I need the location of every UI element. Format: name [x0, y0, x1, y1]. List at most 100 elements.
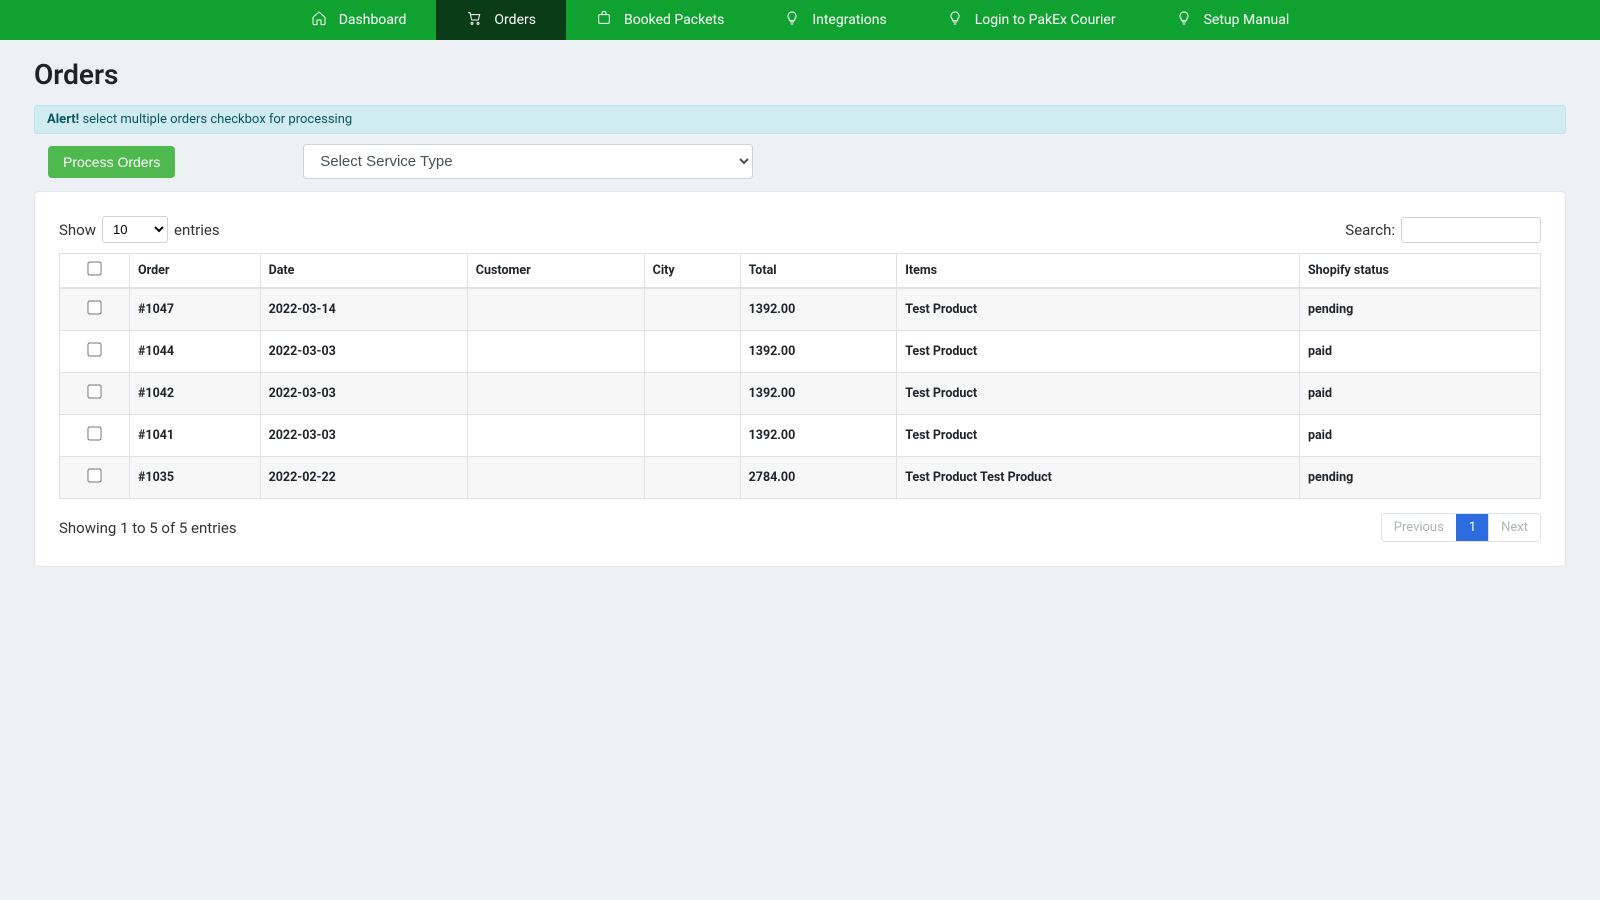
cell-items: Test Product [897, 373, 1300, 415]
action-row: Process Orders Select Service Type [34, 144, 1566, 179]
bulb-icon [1176, 10, 1192, 30]
cell-total: 1392.00 [740, 331, 897, 373]
page-title: Orders [34, 58, 1566, 91]
cell-total: 1392.00 [740, 415, 897, 457]
row-checkbox-cell [60, 457, 130, 499]
row-checkbox-cell [60, 415, 130, 457]
length-control: Show 102550100 entries [59, 216, 220, 243]
nav-item-orders[interactable]: Orders [436, 0, 566, 40]
cell-city [644, 457, 740, 499]
cell-date: 2022-03-03 [260, 373, 467, 415]
cell-status: pending [1299, 457, 1540, 499]
alert-text: select multiple orders checkbox for proc… [82, 112, 352, 127]
top-nav: Dashboard Orders Booked Packets Integration… [0, 0, 1600, 40]
cell-order: #1044 [130, 331, 261, 373]
length-select[interactable]: 102550100 [102, 216, 168, 243]
row-checkbox-cell [60, 288, 130, 331]
row-checkbox-cell [60, 373, 130, 415]
cell-status: paid [1299, 373, 1540, 415]
table-row: #10442022-03-03 1392.00Test Productpaid [60, 331, 1541, 373]
row-checkbox[interactable] [87, 468, 101, 482]
alert-strong: Alert! [47, 112, 79, 127]
nav-item-dashboard[interactable]: Dashboard [281, 0, 437, 40]
table-controls: Show 102550100 entries Search: [59, 216, 1541, 243]
table-info: Showing 1 to 5 of 5 entries [59, 519, 237, 537]
cell-total: 1392.00 [740, 373, 897, 415]
header-customer[interactable]: Customer [467, 254, 644, 289]
nav-item-label: Setup Manual [1204, 12, 1290, 28]
header-city[interactable]: City [644, 254, 740, 289]
length-suffix: entries [174, 221, 220, 239]
header-checkbox-col [60, 254, 130, 289]
cell-order: #1042 [130, 373, 261, 415]
pagination-page-1[interactable]: 1 [1456, 514, 1488, 541]
nav-item-label: Login to PakEx Courier [975, 12, 1116, 28]
nav-item-label: Orders [494, 12, 536, 28]
cell-customer [467, 331, 644, 373]
cell-city [644, 415, 740, 457]
header-order[interactable]: Order [130, 254, 261, 289]
cell-city [644, 331, 740, 373]
header-date[interactable]: Date [260, 254, 467, 289]
row-checkbox-cell [60, 331, 130, 373]
table-row: #10412022-03-03 1392.00Test Productpaid [60, 415, 1541, 457]
table-row: #10352022-02-22 2784.00Test Product Test … [60, 457, 1541, 499]
pagination: Previous1Next [1381, 513, 1541, 542]
select-all-checkbox[interactable] [87, 261, 101, 275]
cell-status: paid [1299, 331, 1540, 373]
search-input[interactable] [1401, 217, 1541, 243]
cell-city [644, 288, 740, 331]
cell-customer [467, 457, 644, 499]
cell-status: paid [1299, 415, 1540, 457]
cell-total: 1392.00 [740, 288, 897, 331]
header-total[interactable]: Total [740, 254, 897, 289]
header-items[interactable]: Items [897, 254, 1300, 289]
bulb-icon [947, 10, 963, 30]
table-footer: Showing 1 to 5 of 5 entries Previous1Nex… [59, 513, 1541, 542]
row-checkbox[interactable] [87, 300, 101, 314]
nav-item-label: Integrations [812, 12, 886, 28]
nav-item-login-to-pakex-courier[interactable]: Login to PakEx Courier [917, 0, 1146, 40]
pagination-next[interactable]: Next [1488, 514, 1540, 541]
row-checkbox[interactable] [87, 384, 101, 398]
search-label: Search: [1345, 221, 1395, 239]
cell-total: 2784.00 [740, 457, 897, 499]
table-row: #10472022-03-141392.00Test Productpendin… [60, 288, 1541, 331]
nav-item-integrations[interactable]: Integrations [754, 0, 916, 40]
cell-items: Test Product Test Product [897, 457, 1300, 499]
orders-table: Order Date Customer City Total Items Sho… [59, 253, 1541, 499]
header-status[interactable]: Shopify status [1299, 254, 1540, 289]
row-checkbox[interactable] [87, 342, 101, 356]
cell-items: Test Product [897, 331, 1300, 373]
cell-order: #1041 [130, 415, 261, 457]
row-checkbox[interactable] [87, 426, 101, 440]
search-control: Search: [1345, 217, 1541, 243]
process-orders-button[interactable]: Process Orders [48, 146, 175, 178]
nav-item-booked-packets[interactable]: Booked Packets [566, 0, 754, 40]
cell-date: 2022-03-03 [260, 415, 467, 457]
service-type-select[interactable]: Select Service Type [303, 144, 753, 179]
cell-date: 2022-03-03 [260, 331, 467, 373]
cell-order: #1035 [130, 457, 261, 499]
nav-item-label: Booked Packets [624, 12, 724, 28]
bag-icon [596, 10, 612, 30]
cell-date: 2022-02-22 [260, 457, 467, 499]
nav-item-setup-manual[interactable]: Setup Manual [1146, 0, 1320, 40]
cell-status: pending [1299, 288, 1540, 331]
orders-card: Show 102550100 entries Search: Order Dat… [34, 191, 1566, 567]
home-icon [311, 10, 327, 30]
cell-order: #1047 [130, 288, 261, 331]
cell-customer [467, 415, 644, 457]
pagination-previous[interactable]: Previous [1382, 514, 1456, 541]
cart-icon [466, 10, 482, 30]
length-prefix: Show [59, 221, 96, 239]
cell-items: Test Product [897, 288, 1300, 331]
cell-customer [467, 288, 644, 331]
cell-city [644, 373, 740, 415]
nav-item-label: Dashboard [339, 12, 407, 28]
page-content: Orders Alert! select multiple orders che… [0, 40, 1600, 585]
cell-customer [467, 373, 644, 415]
table-row: #10422022-03-03 1392.00Test Productpaid [60, 373, 1541, 415]
bulb-icon [784, 10, 800, 30]
cell-items: Test Product [897, 415, 1300, 457]
